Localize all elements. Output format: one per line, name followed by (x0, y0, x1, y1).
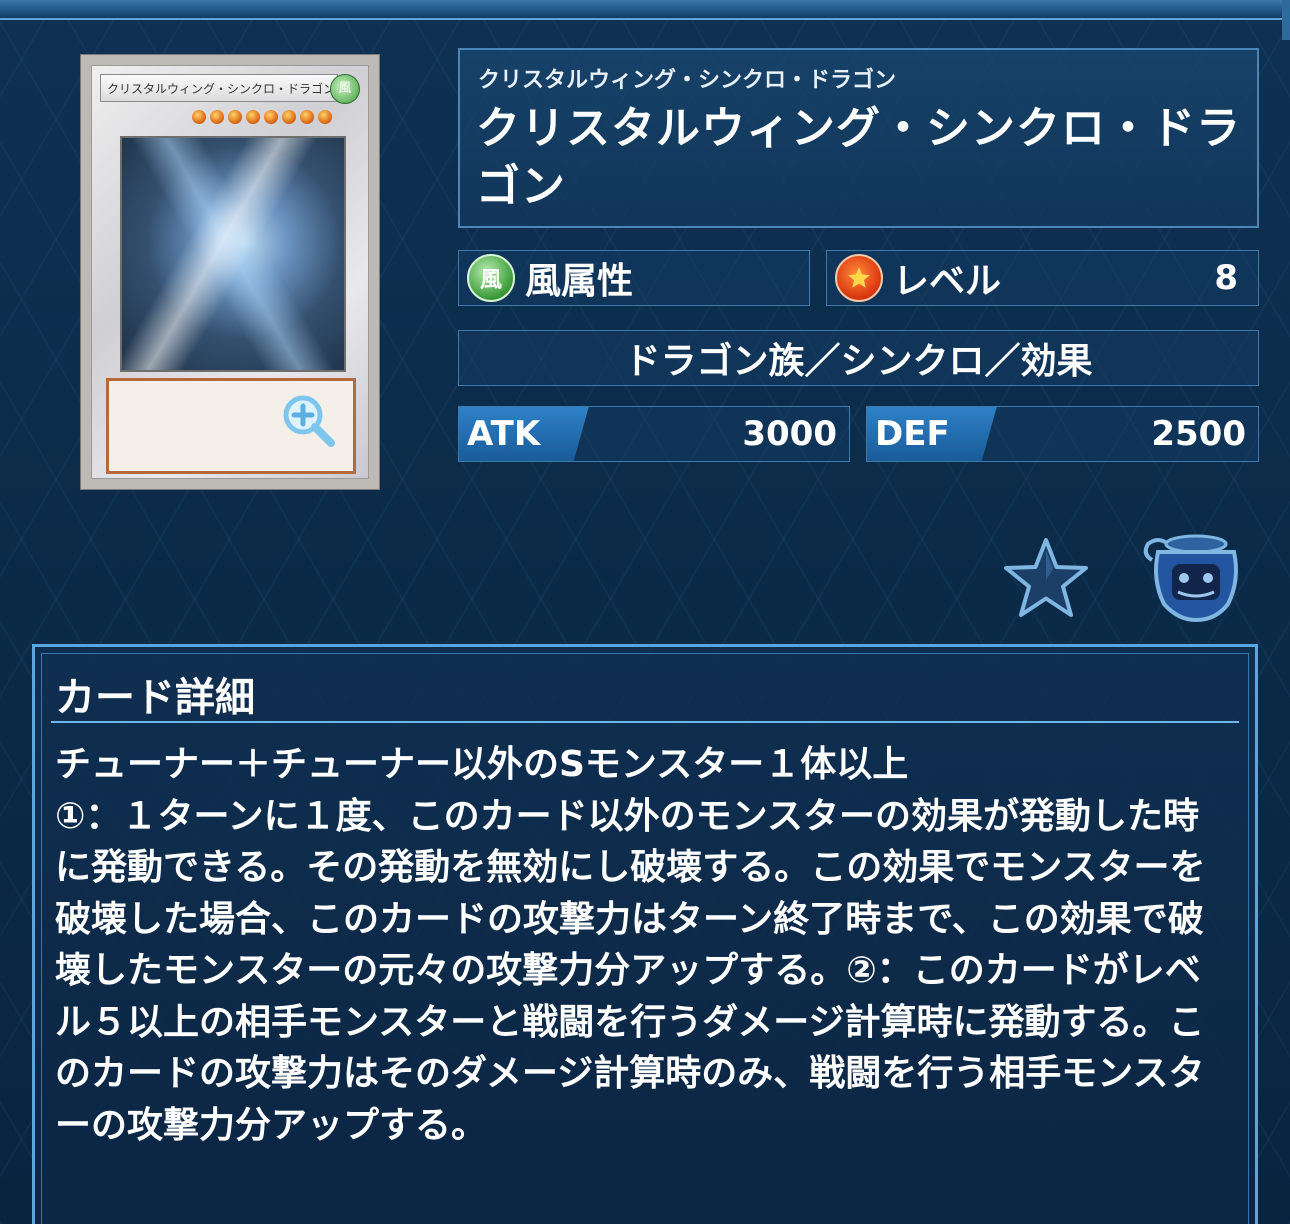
attribute-box: 風 風属性 (458, 250, 810, 306)
def-value: 2500 (1151, 414, 1246, 454)
level-star (264, 110, 278, 124)
level-star (318, 110, 332, 124)
divider (51, 721, 1239, 723)
zoom-in-icon[interactable] (279, 391, 339, 451)
type-line: ドラゴン族／シンクロ／効果 (624, 341, 1093, 382)
card-title-panel: クリスタルウィング・シンクロ・ドラゴン クリスタルウィング・シンクロ・ドラゴン (458, 48, 1259, 228)
scrollbar-edge (1282, 0, 1290, 40)
card-artwork (120, 136, 346, 372)
card-thumb-level-stars (192, 110, 332, 126)
level-star-icon (835, 254, 883, 302)
atk-label: ATK (459, 407, 589, 461)
wind-attribute-icon: 風 (467, 254, 515, 302)
attribute-label: 風属性 (525, 261, 634, 302)
card-name-ruby: クリスタルウィング・シンクロ・ドラゴン (478, 68, 897, 93)
atk-box: ATK 3000 (458, 406, 850, 462)
card-image[interactable]: クリスタルウィング・シンクロ・ドラゴン 風 (80, 54, 380, 490)
def-box: DEF 2500 (866, 406, 1259, 462)
card-thumb-attribute: 風 (330, 74, 360, 104)
card-detail-heading: カード詳細 (55, 675, 255, 721)
star-icon[interactable] (1002, 536, 1090, 618)
level-value: 8 (1214, 258, 1238, 298)
type-line-box: ドラゴン族／シンクロ／効果 (458, 330, 1259, 386)
level-star (282, 110, 296, 124)
level-star (192, 110, 206, 124)
card-effect-text: チューナー＋チューナー以外のSモンスター１体以上 ①：１ターンに１度、このカード… (55, 744, 1206, 1146)
level-box: レベル 8 (826, 250, 1259, 306)
level-star (246, 110, 260, 124)
level-label: レベル (893, 261, 1002, 302)
level-star (210, 110, 224, 124)
card-thumb-name: クリスタルウィング・シンクロ・ドラゴン (100, 74, 338, 102)
level-star (300, 110, 314, 124)
level-star (228, 110, 242, 124)
card-detail-panel: カード詳細 チューナー＋チューナー以外のSモンスター１体以上 ①：１ターンに１度… (32, 644, 1258, 1224)
atk-value: 3000 (742, 414, 837, 454)
pot-of-greed-icon[interactable] (1138, 530, 1244, 622)
card-name: クリスタルウィング・シンクロ・ドラゴン (476, 103, 1241, 212)
def-label: DEF (867, 407, 997, 461)
top-bar (0, 0, 1290, 20)
